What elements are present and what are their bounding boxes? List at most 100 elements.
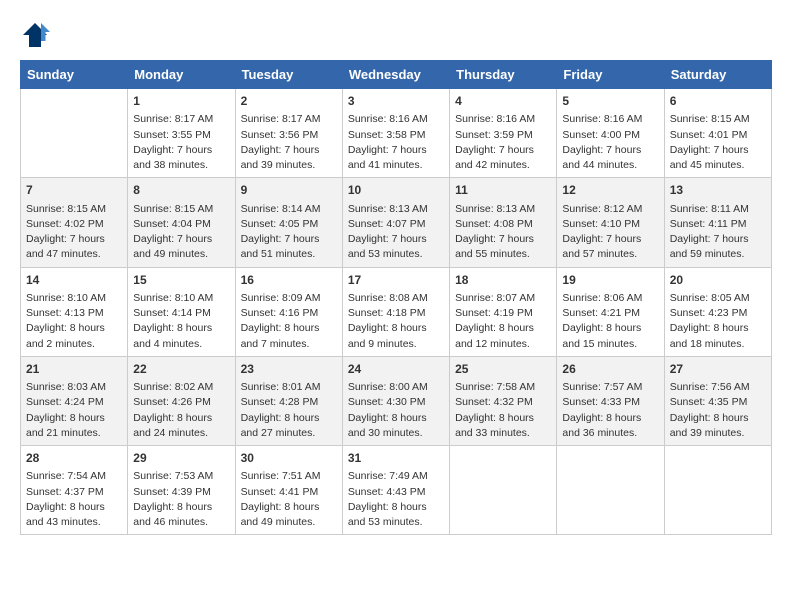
day-cell-25: 25Sunrise: 7:58 AM Sunset: 4:32 PM Dayli… (450, 356, 557, 445)
logo (20, 20, 52, 50)
day-info: Sunrise: 7:53 AM Sunset: 4:39 PM Dayligh… (133, 469, 229, 530)
day-number: 27 (670, 361, 766, 378)
week-row-4: 21 Sunrise: 8:03 AM Sunset: 4:24 PM Dayli… (21, 356, 772, 445)
day-header-tuesday: Tuesday (235, 61, 342, 89)
day-cell-15: 15 Sunrise: 8:10 AM Sunset: 4:14 PM Dayli… (128, 267, 235, 356)
week-row-2: 7Sunrise: 8:15 AM Sunset: 4:02 PM Daylig… (21, 178, 772, 267)
day-info: Sunrise: 8:14 AM Sunset: 4:05 PM Dayligh… (241, 202, 337, 263)
day-cell-5: 5 Sunrise: 8:16 AM Sunset: 4:00 PM Daylig… (557, 89, 664, 178)
day-cell-23: 23 Sunrise: 8:01 AM Sunset: 4:28 PM Dayli… (235, 356, 342, 445)
day-info: Sunrise: 8:03 AM Sunset: 4:24 PM Dayligh… (26, 380, 122, 441)
day-number: 8 (133, 182, 229, 199)
day-number: 16 (241, 272, 337, 289)
day-info: Sunrise: 7:54 AM Sunset: 4:37 PM Dayligh… (26, 469, 122, 530)
day-info: Sunrise: 8:17 AM Sunset: 3:55 PM Dayligh… (133, 112, 229, 173)
day-cell-10: 10 Sunrise: 8:13 AM Sunset: 4:07 PM Dayli… (342, 178, 449, 267)
day-cell-19: 19Sunrise: 8:06 AM Sunset: 4:21 PM Dayli… (557, 267, 664, 356)
day-info: Sunrise: 8:16 AM Sunset: 3:58 PM Dayligh… (348, 112, 444, 173)
day-number: 22 (133, 361, 229, 378)
day-number: 15 (133, 272, 229, 289)
day-info: Sunrise: 8:16 AM Sunset: 4:00 PM Dayligh… (562, 112, 658, 173)
day-info: Sunrise: 7:56 AM Sunset: 4:35 PM Dayligh… (670, 380, 766, 441)
day-header-saturday: Saturday (664, 61, 771, 89)
day-cell-30: 30 Sunrise: 7:51 AM Sunset: 4:41 PM Dayli… (235, 446, 342, 535)
day-header-thursday: Thursday (450, 61, 557, 89)
day-number: 2 (241, 93, 337, 110)
day-number: 13 (670, 182, 766, 199)
day-cell-31: 31Sunrise: 7:49 AM Sunset: 4:43 PM Dayli… (342, 446, 449, 535)
day-info: Sunrise: 7:49 AM Sunset: 4:43 PM Dayligh… (348, 469, 444, 530)
day-info: Sunrise: 8:07 AM Sunset: 4:19 PM Dayligh… (455, 291, 551, 352)
day-number: 3 (348, 93, 444, 110)
empty-cell (557, 446, 664, 535)
day-info: Sunrise: 8:11 AM Sunset: 4:11 PM Dayligh… (670, 202, 766, 263)
day-number: 6 (670, 93, 766, 110)
day-number: 24 (348, 361, 444, 378)
day-info: Sunrise: 8:09 AM Sunset: 4:16 PM Dayligh… (241, 291, 337, 352)
day-info: Sunrise: 8:10 AM Sunset: 4:14 PM Dayligh… (133, 291, 229, 352)
day-cell-8: 8Sunrise: 8:15 AM Sunset: 4:04 PM Daylig… (128, 178, 235, 267)
day-info: Sunrise: 8:00 AM Sunset: 4:30 PM Dayligh… (348, 380, 444, 441)
day-cell-18: 18 Sunrise: 8:07 AM Sunset: 4:19 PM Dayli… (450, 267, 557, 356)
day-info: Sunrise: 8:10 AM Sunset: 4:13 PM Dayligh… (26, 291, 122, 352)
day-info: Sunrise: 8:08 AM Sunset: 4:18 PM Dayligh… (348, 291, 444, 352)
day-header-sunday: Sunday (21, 61, 128, 89)
day-cell-11: 11Sunrise: 8:13 AM Sunset: 4:08 PM Dayli… (450, 178, 557, 267)
day-number: 30 (241, 450, 337, 467)
day-number: 26 (562, 361, 658, 378)
day-cell-1: 1 Sunrise: 8:17 AM Sunset: 3:55 PM Daylig… (128, 89, 235, 178)
day-info: Sunrise: 8:15 AM Sunset: 4:01 PM Dayligh… (670, 112, 766, 173)
day-info: Sunrise: 8:12 AM Sunset: 4:10 PM Dayligh… (562, 202, 658, 263)
day-cell-6: 6 Sunrise: 8:15 AM Sunset: 4:01 PM Daylig… (664, 89, 771, 178)
day-number: 11 (455, 182, 551, 199)
day-header-monday: Monday (128, 61, 235, 89)
day-cell-22: 22 Sunrise: 8:02 AM Sunset: 4:26 PM Dayli… (128, 356, 235, 445)
day-cell-20: 20 Sunrise: 8:05 AM Sunset: 4:23 PM Dayli… (664, 267, 771, 356)
week-row-3: 14 Sunrise: 8:10 AM Sunset: 4:13 PM Dayli… (21, 267, 772, 356)
day-info: Sunrise: 7:51 AM Sunset: 4:41 PM Dayligh… (241, 469, 337, 530)
day-cell-3: 3 Sunrise: 8:16 AM Sunset: 3:58 PM Daylig… (342, 89, 449, 178)
day-info: Sunrise: 8:15 AM Sunset: 4:02 PM Dayligh… (26, 202, 122, 263)
day-info: Sunrise: 7:57 AM Sunset: 4:33 PM Dayligh… (562, 380, 658, 441)
day-info: Sunrise: 8:13 AM Sunset: 4:07 PM Dayligh… (348, 202, 444, 263)
day-cell-14: 14 Sunrise: 8:10 AM Sunset: 4:13 PM Dayli… (21, 267, 128, 356)
week-row-5: 28 Sunrise: 7:54 AM Sunset: 4:37 PM Dayli… (21, 446, 772, 535)
empty-cell (21, 89, 128, 178)
day-number: 14 (26, 272, 122, 289)
day-info: Sunrise: 8:05 AM Sunset: 4:23 PM Dayligh… (670, 291, 766, 352)
day-number: 21 (26, 361, 122, 378)
day-info: Sunrise: 8:02 AM Sunset: 4:26 PM Dayligh… (133, 380, 229, 441)
day-cell-7: 7Sunrise: 8:15 AM Sunset: 4:02 PM Daylig… (21, 178, 128, 267)
day-header-friday: Friday (557, 61, 664, 89)
day-cell-9: 9 Sunrise: 8:14 AM Sunset: 4:05 PM Daylig… (235, 178, 342, 267)
day-number: 5 (562, 93, 658, 110)
day-number: 1 (133, 93, 229, 110)
day-number: 19 (562, 272, 658, 289)
day-number: 12 (562, 182, 658, 199)
week-row-1: 1 Sunrise: 8:17 AM Sunset: 3:55 PM Daylig… (21, 89, 772, 178)
day-cell-16: 16 Sunrise: 8:09 AM Sunset: 4:16 PM Dayli… (235, 267, 342, 356)
day-cell-17: 17 Sunrise: 8:08 AM Sunset: 4:18 PM Dayli… (342, 267, 449, 356)
day-number: 4 (455, 93, 551, 110)
day-number: 17 (348, 272, 444, 289)
day-number: 20 (670, 272, 766, 289)
day-cell-24: 24 Sunrise: 8:00 AM Sunset: 4:30 PM Dayli… (342, 356, 449, 445)
calendar-table: SundayMondayTuesdayWednesdayThursdayFrid… (20, 60, 772, 535)
logo-icon (20, 20, 50, 50)
page-header (20, 20, 772, 50)
day-cell-13: 13 Sunrise: 8:11 AM Sunset: 4:11 PM Dayli… (664, 178, 771, 267)
day-cell-12: 12 Sunrise: 8:12 AM Sunset: 4:10 PM Dayli… (557, 178, 664, 267)
day-number: 23 (241, 361, 337, 378)
day-info: Sunrise: 8:01 AM Sunset: 4:28 PM Dayligh… (241, 380, 337, 441)
day-number: 10 (348, 182, 444, 199)
day-info: Sunrise: 8:17 AM Sunset: 3:56 PM Dayligh… (241, 112, 337, 173)
day-number: 9 (241, 182, 337, 199)
day-number: 18 (455, 272, 551, 289)
day-cell-27: 27 Sunrise: 7:56 AM Sunset: 4:35 PM Dayli… (664, 356, 771, 445)
day-cell-29: 29Sunrise: 7:53 AM Sunset: 4:39 PM Dayli… (128, 446, 235, 535)
day-number: 28 (26, 450, 122, 467)
empty-cell (664, 446, 771, 535)
calendar-header: SundayMondayTuesdayWednesdayThursdayFrid… (21, 61, 772, 89)
day-number: 25 (455, 361, 551, 378)
day-cell-4: 4Sunrise: 8:16 AM Sunset: 3:59 PM Daylig… (450, 89, 557, 178)
